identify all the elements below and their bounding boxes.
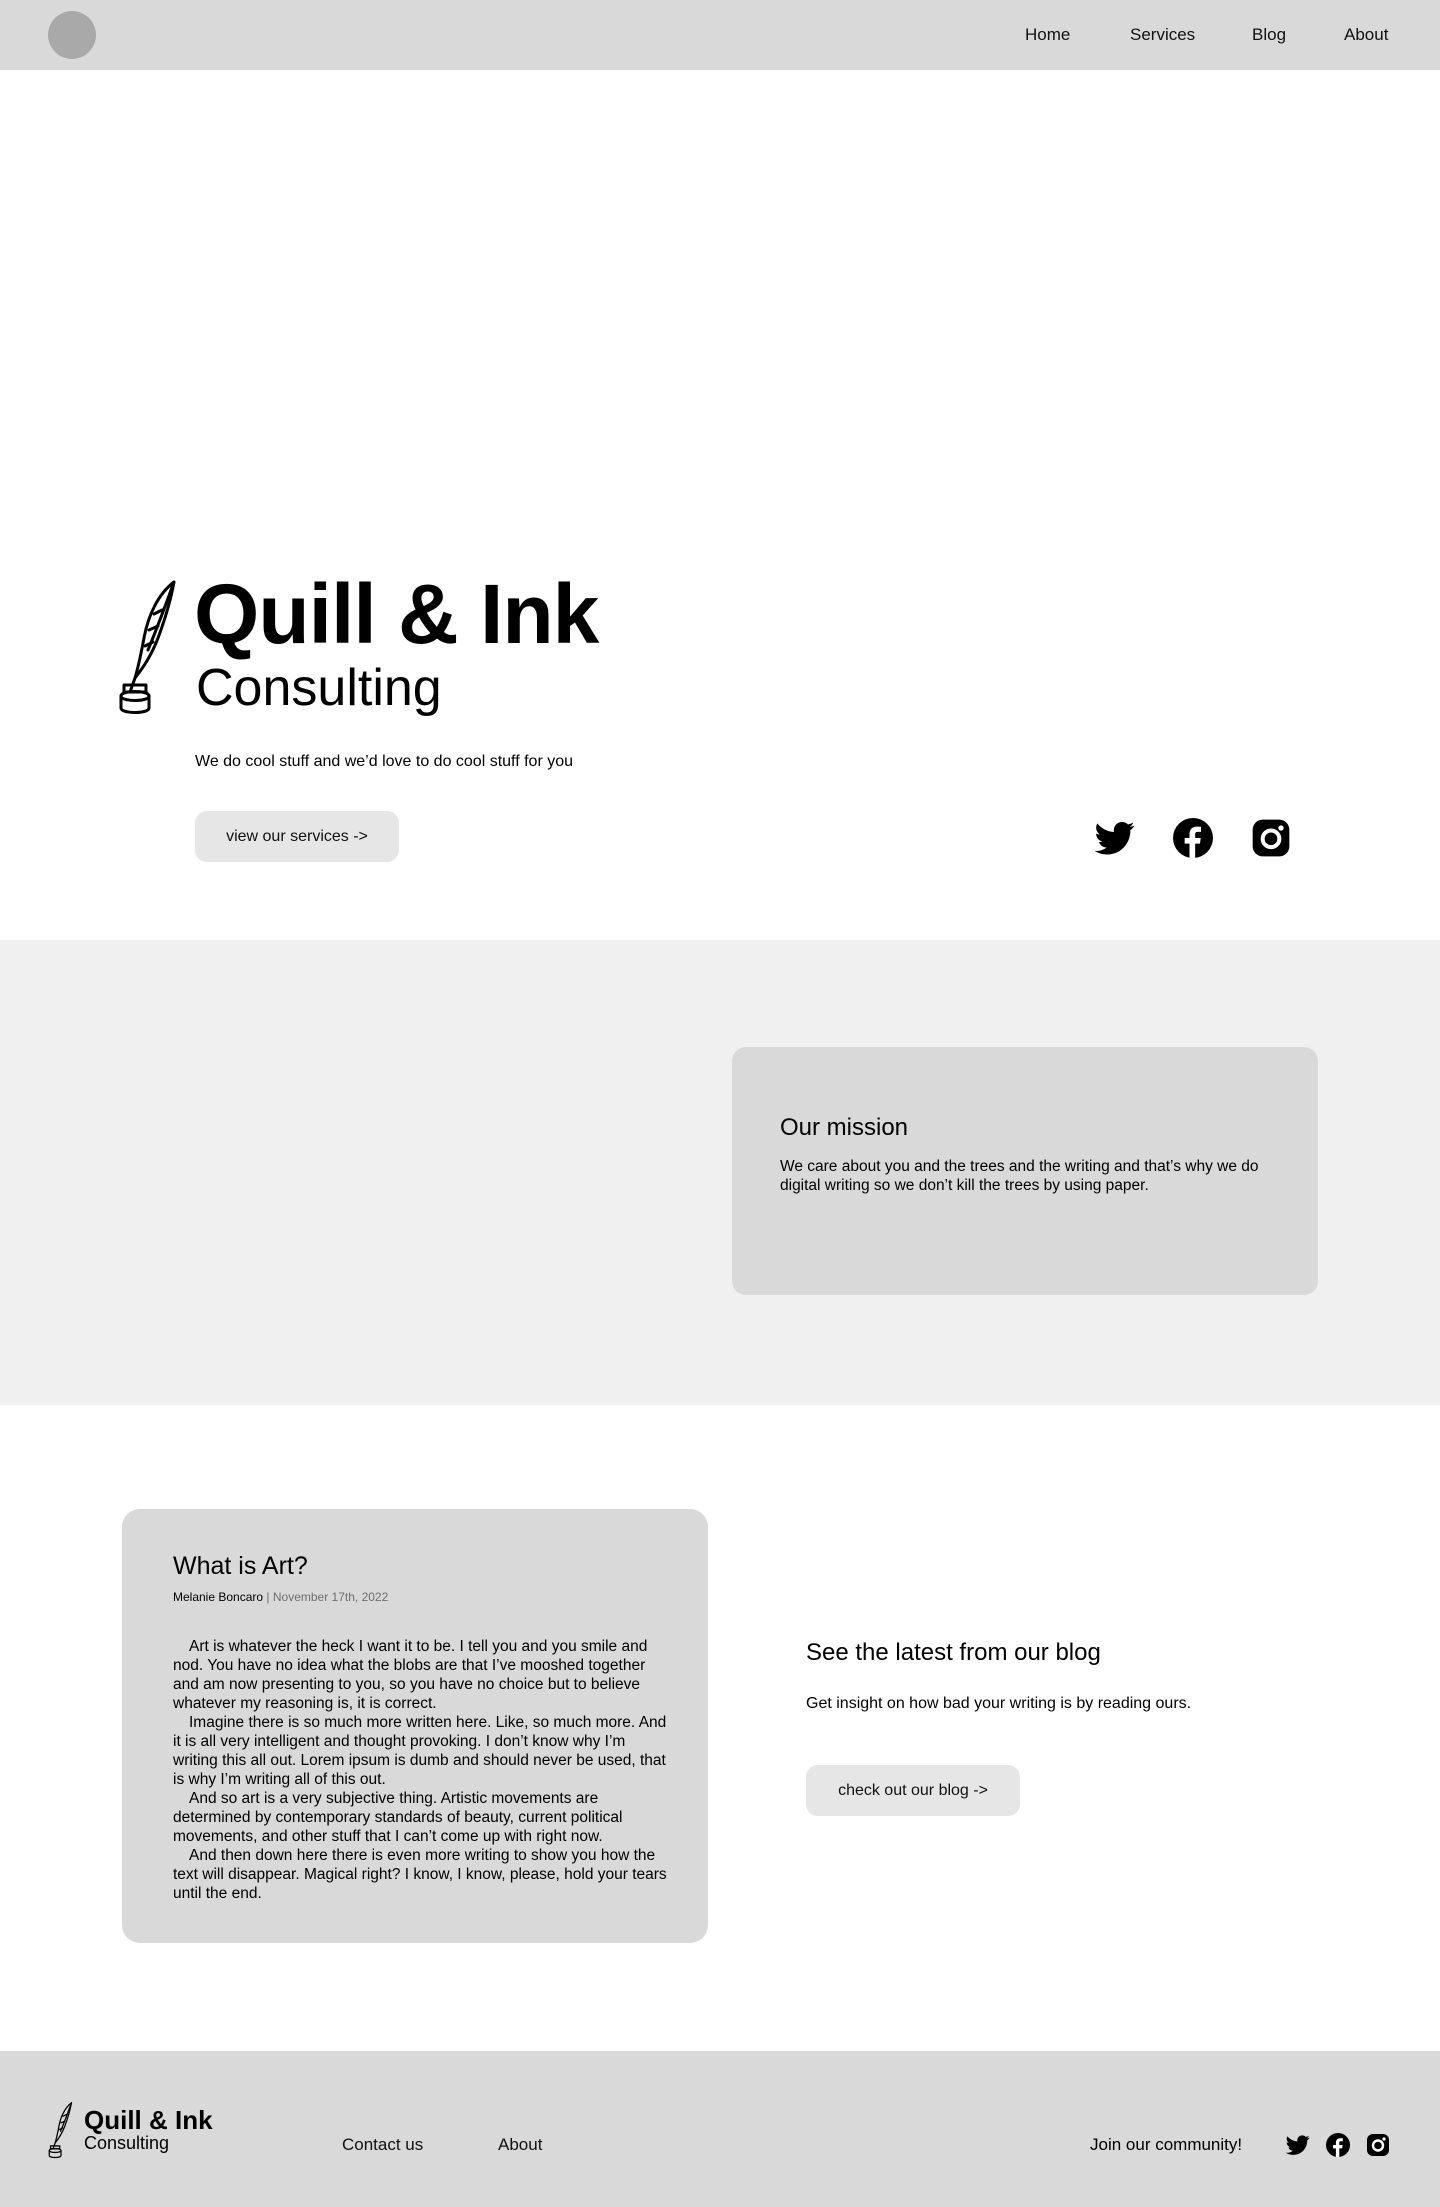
- twitter-icon[interactable]: [1095, 818, 1135, 858]
- facebook-icon[interactable]: [1326, 2133, 1350, 2157]
- footer-subtitle: Consulting: [84, 2133, 170, 2153]
- mission-body: We care about you and the trees and the …: [780, 1158, 1259, 1194]
- footer-link-contact[interactable]: Contact us: [342, 2134, 423, 2156]
- quill-ink-icon: [48, 2101, 74, 2159]
- footer-brand[interactable]: Quill & Ink: [84, 2106, 213, 2134]
- blog-post-meta: Melanie Boncaro | November 17th, 2022: [173, 1590, 388, 1604]
- blog-promo-heading: See the latest from our blog: [806, 1639, 1101, 1666]
- blog-post-paragraph: Imagine there is so much more written he…: [173, 1714, 667, 1788]
- view-services-button[interactable]: view our services ->: [195, 811, 399, 862]
- logo-placeholder[interactable]: [48, 11, 96, 59]
- blog-post-card[interactable]: What is Art? Melanie Boncaro | November …: [122, 1509, 708, 1943]
- nav-link-services[interactable]: Services: [1130, 24, 1195, 46]
- mission-heading: Our mission: [780, 1114, 909, 1141]
- hero-tagline: We do cool stuff and we’d love to do coo…: [195, 753, 574, 770]
- blog-post-date: November 17th, 2022: [272, 1590, 389, 1604]
- hero-subtitle: Consulting: [196, 659, 442, 717]
- blog-post-paragraph: And so art is a very subjective thing. A…: [173, 1790, 623, 1845]
- footer-link-about[interactable]: About: [498, 2134, 542, 2156]
- blog-promo-description: Get insight on how bad your writing is b…: [806, 1695, 1192, 1712]
- blog-post-title: What is Art?: [173, 1552, 308, 1580]
- instagram-icon[interactable]: [1366, 2133, 1390, 2157]
- footer-join-text: Join our community!: [1090, 2135, 1243, 2154]
- footer: Quill & Ink Consulting Contact us About …: [0, 2051, 1440, 2207]
- nav-link-about[interactable]: About: [1344, 24, 1388, 46]
- nav-link-blog[interactable]: Blog: [1252, 24, 1286, 46]
- nav-link-home[interactable]: Home: [1025, 24, 1070, 46]
- blog-post-paragraph: And then down here there is even more wr…: [173, 1847, 667, 1902]
- mission-card: Our mission We care about you and the tr…: [732, 1047, 1318, 1295]
- blog-post-author: Melanie Boncaro: [173, 1590, 264, 1604]
- check-blog-button[interactable]: check out our blog ->: [806, 1765, 1020, 1816]
- instagram-icon[interactable]: [1251, 818, 1291, 858]
- blog-post-paragraph: Art is whatever the heck I want it to be…: [173, 1638, 648, 1712]
- hero-title: Quill & Ink: [194, 567, 599, 661]
- top-nav: Home Services Blog About: [0, 0, 1440, 70]
- twitter-icon[interactable]: [1286, 2133, 1310, 2157]
- facebook-icon[interactable]: [1173, 818, 1213, 858]
- blog-post-separator: |: [263, 1590, 273, 1604]
- blog-post-body: Art is whatever the heck I want it to be…: [173, 1637, 673, 1903]
- quill-ink-icon: [118, 580, 180, 714]
